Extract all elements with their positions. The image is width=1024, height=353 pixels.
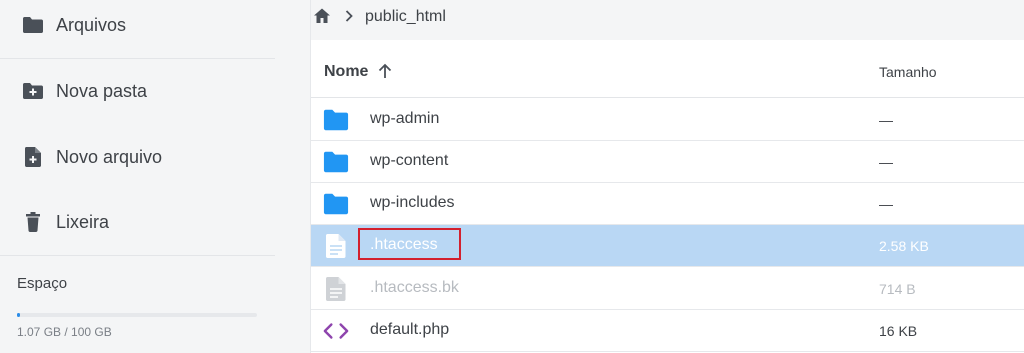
table-row[interactable]: wp-content — — [311, 141, 1024, 183]
table-row-selected[interactable]: .htaccess 2.58 KB — [311, 225, 1024, 267]
sidebar-item-trash[interactable]: Lixeira — [0, 191, 275, 253]
file-size: 16 KB — [879, 323, 918, 339]
storage-progress-fill — [17, 313, 20, 317]
sidebar-item-files[interactable]: Arquivos — [0, 0, 275, 56]
file-name: wp-admin — [370, 110, 440, 127]
breadcrumb: public_html — [311, 0, 1024, 40]
file-name: default.php — [370, 321, 450, 338]
trash-icon — [22, 211, 44, 233]
folder-icon — [323, 149, 349, 175]
file-icon — [323, 276, 349, 302]
storage-usage-text: 1.07 GB / 100 GB — [17, 325, 112, 339]
code-icon — [323, 318, 349, 344]
sidebar-item-label: Arquivos — [56, 14, 127, 35]
file-name: .htaccess.bk — [370, 279, 459, 296]
file-size: 714 B — [879, 281, 916, 297]
breadcrumb-current[interactable]: public_html — [365, 8, 446, 26]
file-size: — — [879, 112, 893, 128]
folder-icon — [323, 191, 349, 217]
sidebar-item-label: Nova pasta — [56, 80, 148, 101]
chevron-right-icon — [345, 10, 353, 22]
table-row[interactable]: .htaccess.bk 714 B — [311, 268, 1024, 310]
folder-icon — [323, 107, 349, 133]
table-row[interactable]: wp-includes — — [311, 183, 1024, 225]
folder-icon — [22, 14, 44, 36]
folder-plus-icon — [22, 80, 44, 102]
column-header-size[interactable]: Tamanho — [879, 64, 937, 80]
file-size: — — [879, 154, 893, 170]
sidebar: Arquivos Nova pasta Novo arquivo Lixeira… — [0, 0, 275, 353]
file-name: wp-includes — [370, 194, 455, 211]
table-row[interactable]: wp-admin — — [311, 99, 1024, 141]
storage-title: Espaço — [17, 275, 68, 292]
arrow-up-icon[interactable] — [377, 62, 393, 80]
sidebar-divider — [0, 58, 275, 59]
file-size: — — [879, 196, 893, 212]
column-header-name[interactable]: Nome — [324, 63, 368, 81]
file-name: .htaccess — [370, 236, 438, 253]
file-manager: Arquivos Nova pasta Novo arquivo Lixeira… — [0, 0, 1024, 353]
file-size: 2.58 KB — [879, 238, 929, 254]
file-name: wp-content — [370, 152, 449, 169]
sidebar-item-label: Lixeira — [56, 211, 110, 232]
table-header: Nome Tamanho — [311, 40, 1024, 98]
storage-progress-bar — [17, 313, 257, 317]
home-icon[interactable] — [313, 7, 331, 25]
sidebar-item-new-folder[interactable]: Nova pasta — [0, 60, 275, 122]
table-row[interactable]: default.php 16 KB — [311, 310, 1024, 352]
sidebar-item-label: Novo arquivo — [56, 146, 163, 167]
sidebar-item-new-file[interactable]: Novo arquivo — [0, 126, 275, 188]
file-icon — [323, 233, 349, 259]
file-plus-icon — [22, 146, 44, 168]
file-list-panel: public_html Nome Tamanho wp-admin — wp-c… — [310, 0, 1024, 353]
sidebar-divider — [0, 255, 275, 256]
